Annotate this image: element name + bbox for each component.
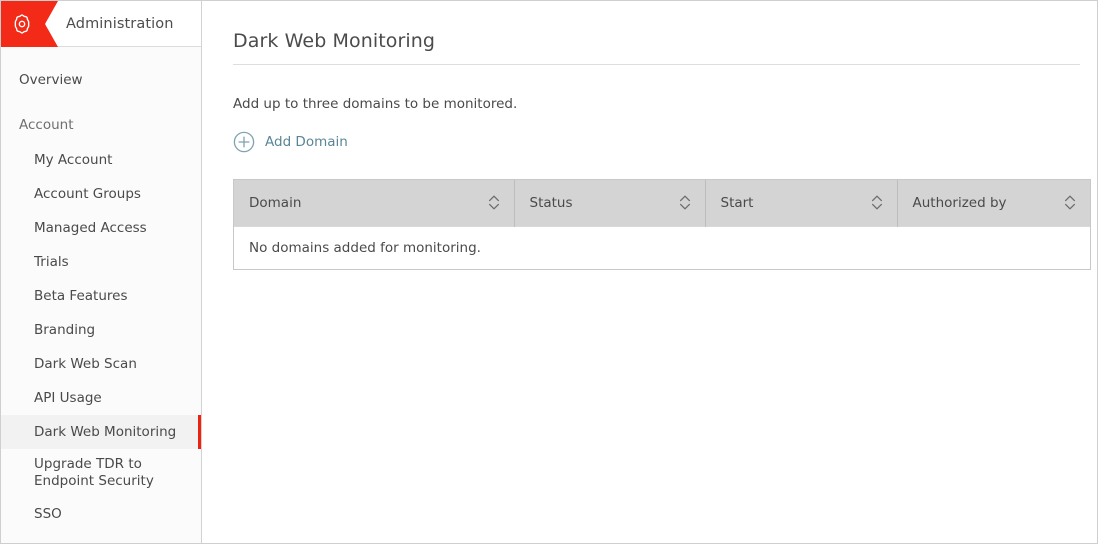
active-item-marker — [198, 415, 201, 449]
column-header-status[interactable]: Status — [514, 180, 706, 226]
brand-title: Administration — [66, 15, 174, 32]
sidebar-item-label: Managed Access — [34, 219, 147, 236]
sidebar-item-label: Dark Web Scan — [34, 355, 137, 372]
column-header-label: Start — [720, 194, 754, 211]
sidebar-item-dark-web-monitoring[interactable]: Dark Web Monitoring — [1, 415, 201, 449]
sidebar-item-label: SSO — [34, 505, 62, 522]
gear-icon — [11, 13, 33, 35]
flag-point — [45, 1, 58, 47]
table-empty-message: No domains added for monitoring. — [234, 225, 1090, 269]
domains-table: Domain Status Start Authorized by No dom… — [233, 179, 1091, 270]
column-header-authorized-by[interactable]: Authorized by — [897, 180, 1090, 226]
sidebar-item-overview[interactable]: Overview — [1, 59, 201, 101]
column-header-start[interactable]: Start — [705, 180, 898, 226]
sidebar-item-label: API Usage — [34, 389, 102, 406]
sidebar-item-beta-features[interactable]: Beta Features — [1, 279, 201, 313]
plus-circle-icon — [233, 131, 255, 153]
add-domain-button[interactable]: Add Domain — [233, 131, 348, 153]
sidebar-item-dark-web-scan[interactable]: Dark Web Scan — [1, 347, 201, 381]
application-window: Administration Overview Account My Accou… — [0, 0, 1098, 544]
page-description: Add up to three domains to be monitored. — [233, 96, 518, 112]
main-content: Dark Web Monitoring Add up to three doma… — [202, 1, 1097, 543]
brand-flag — [1, 1, 58, 47]
sidebar-item-label: Branding — [34, 321, 96, 338]
table-header-row: Domain Status Start Authorized by — [234, 180, 1090, 226]
column-header-domain[interactable]: Domain — [234, 180, 515, 226]
sidebar-item-trials[interactable]: Trials — [1, 245, 201, 279]
sidebar-item-label: Trials — [34, 253, 69, 270]
table-body: No domains added for monitoring. — [234, 225, 1090, 269]
sort-chevrons-icon[interactable] — [871, 194, 883, 211]
sidebar-item-label: Account Groups — [34, 185, 141, 202]
sidebar-item-label: Upgrade TDR to Endpoint Security — [34, 456, 154, 489]
sort-chevrons-icon[interactable] — [1064, 194, 1076, 211]
column-header-label: Authorized by — [912, 194, 1007, 211]
sidebar-navigation: Overview Account My Account Account Grou… — [1, 59, 201, 531]
sidebar-group-account: Account — [19, 117, 74, 133]
sidebar-item-branding[interactable]: Branding — [1, 313, 201, 347]
column-header-label: Domain — [249, 194, 302, 211]
sort-chevrons-icon[interactable] — [488, 194, 500, 211]
sidebar-item-api-usage[interactable]: API Usage — [1, 381, 201, 415]
sidebar-item-label: Overview — [19, 72, 83, 88]
add-domain-label: Add Domain — [265, 134, 348, 150]
sidebar-item-label: Beta Features — [34, 287, 128, 304]
brand-header: Administration — [1, 1, 201, 47]
page-title: Dark Web Monitoring — [233, 1, 1080, 65]
sort-chevrons-icon[interactable] — [679, 194, 691, 211]
sidebar-item-label: Dark Web Monitoring — [34, 423, 177, 440]
sidebar-item-label: My Account — [34, 151, 113, 168]
sidebar-item-my-account[interactable]: My Account — [1, 143, 201, 177]
table-empty-row: No domains added for monitoring. — [234, 225, 1090, 269]
column-header-label: Status — [529, 194, 573, 211]
sidebar-item-account-groups[interactable]: Account Groups — [1, 177, 201, 211]
sidebar-item-managed-access[interactable]: Managed Access — [1, 211, 201, 245]
sidebar-item-upgrade-tdr-to-endpoint-security[interactable]: Upgrade TDR to Endpoint Security — [1, 449, 201, 497]
sidebar-item-sso[interactable]: SSO — [1, 497, 201, 531]
sidebar: Administration Overview Account My Accou… — [1, 1, 202, 543]
